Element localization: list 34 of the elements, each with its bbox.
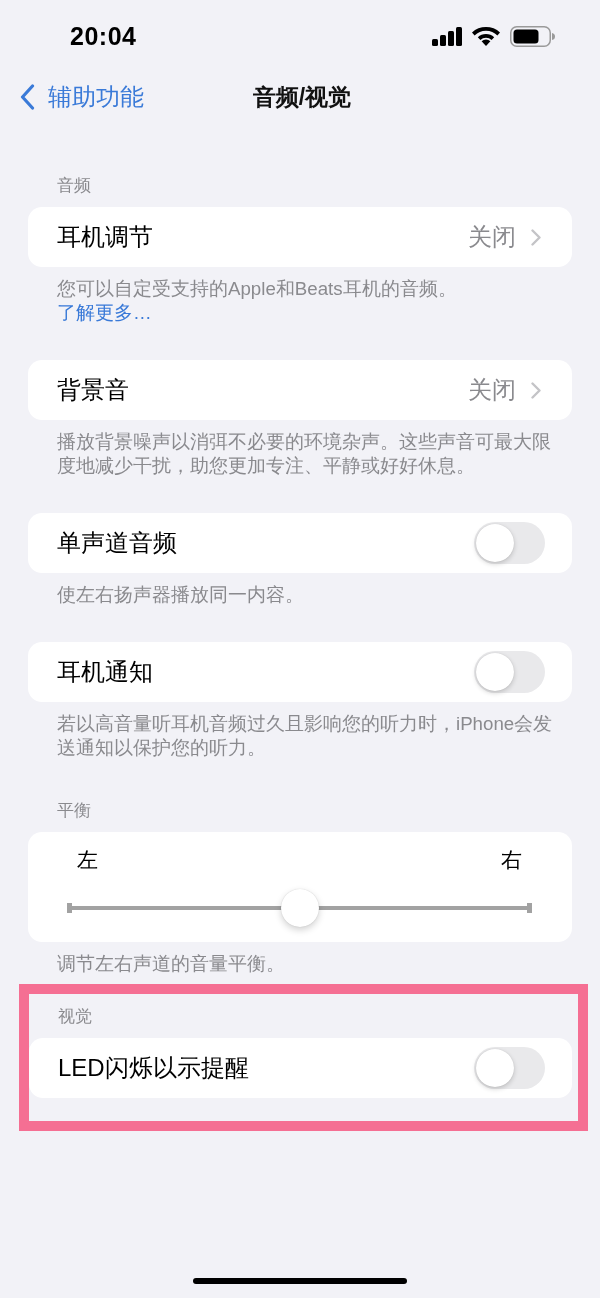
wifi-icon <box>472 26 500 46</box>
chevron-icon <box>531 381 541 399</box>
section-header: 视觉 <box>57 1006 93 1028</box>
section-header: 音频 <box>56 175 92 197</box>
toggle-switch[interactable] <box>474 651 545 693</box>
slider-label: 右 <box>501 847 522 873</box>
row-label: 耳机调节 <box>57 222 154 252</box>
footer-text: 使左右扬声器播放同一内容。 <box>56 583 305 607</box>
footer-text: 调节左右声道的音量平衡。 <box>56 952 286 976</box>
row-value: 关闭 <box>468 375 516 405</box>
row-value: 关闭 <box>468 222 516 252</box>
row-label: 背景音 <box>57 375 130 405</box>
slider-track[interactable] <box>67 889 532 927</box>
back-button[interactable]: 辅助功能 <box>20 81 144 113</box>
row-label: 耳机通知 <box>57 657 154 687</box>
back-chevron-icon <box>20 84 35 110</box>
chevron-icon <box>531 228 541 246</box>
battery-icon <box>510 25 555 47</box>
toggle-switch[interactable] <box>474 1047 545 1089</box>
footer-text: 您可以自定受支持的Apple和Beats耳机的音频。 了解更多… <box>56 277 458 325</box>
slider-thumb[interactable] <box>280 889 319 927</box>
toggle-switch[interactable] <box>474 522 545 564</box>
row-label: LED闪烁以示提醒 <box>58 1053 250 1083</box>
settings-row[interactable]: 背景音 关闭 <box>28 360 572 420</box>
footer-text: 若以高音量听耳机音频过久且影响您的听力时，iPhone会发送通知以保护您的听力。 <box>56 712 554 760</box>
row-label: 单声道音频 <box>57 528 178 558</box>
settings-row[interactable]: 耳机调节 关闭 <box>28 207 572 267</box>
section-header: 平衡 <box>56 800 92 822</box>
page-title: 音频/视觉 <box>252 82 352 112</box>
learn-more-link[interactable]: 了解更多… <box>57 302 152 323</box>
signal-icon <box>432 26 462 46</box>
slider-label: 左 <box>77 847 98 873</box>
footer-text: 播放背景噪声以消弭不必要的环境杂声。这些声音可最大限度地减少干扰，助您更加专注、平静或好好休息。 <box>56 430 552 478</box>
status-time: 20:04 <box>70 21 137 51</box>
